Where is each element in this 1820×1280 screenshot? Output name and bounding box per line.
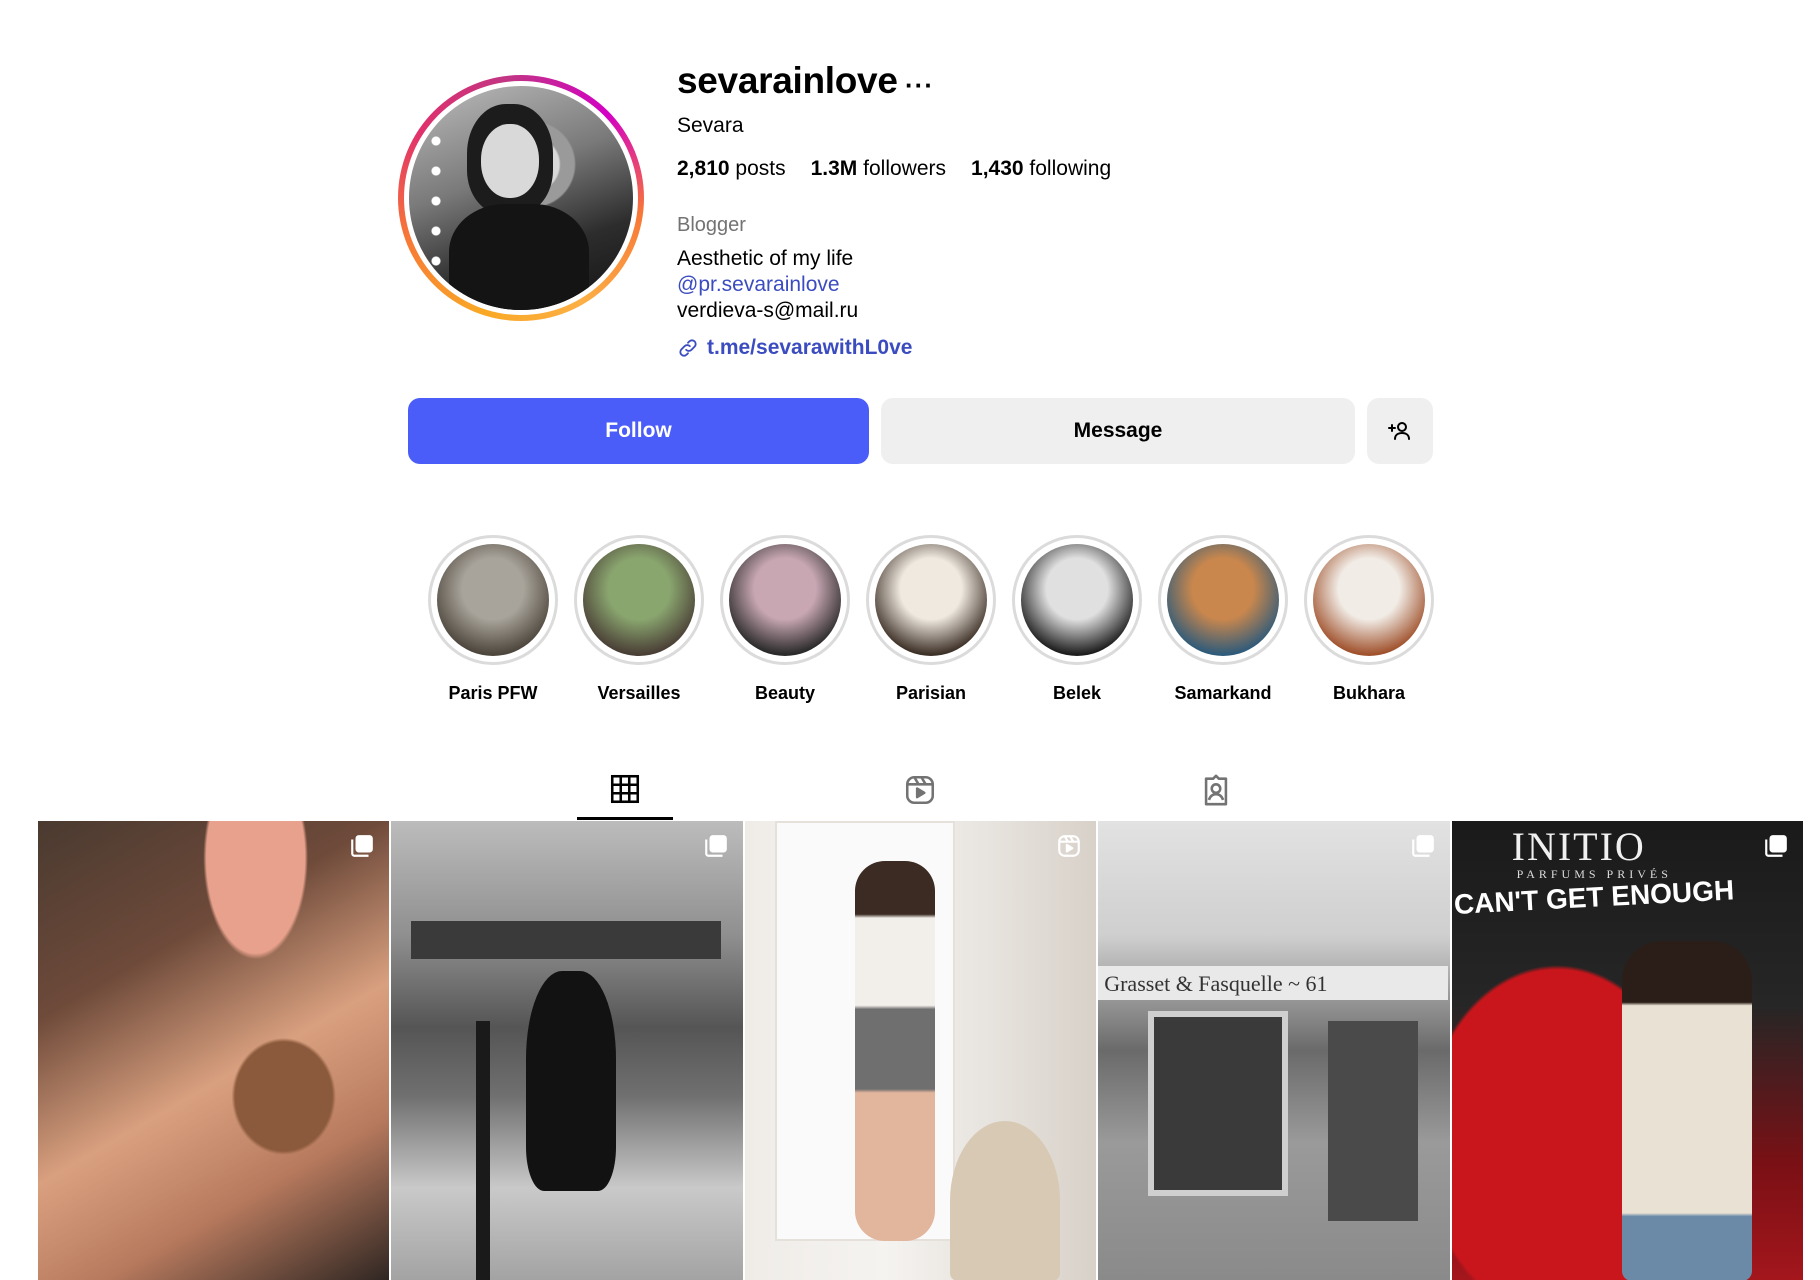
more-options-icon[interactable]: ··· [905,70,934,101]
stat-posts-label: posts [735,157,786,180]
post-shop-sign-text: Grasset & Fasquelle ~ 61 [1104,971,1328,996]
bio-mention-link[interactable]: @pr.sevarainlove [677,272,858,298]
stat-followers-label: followers [863,157,947,180]
profile-avatar[interactable] [398,75,644,321]
highlight-label: Paris PFW [448,683,538,703]
story-highlights: Paris PFW Versailles Beauty Parisian Bel… [428,535,1434,704]
posts-grid: Grasset & Fasquelle ~ 61 INITIO PARFUMS … [38,821,1804,1280]
highlight-bukhara[interactable]: Bukhara [1304,535,1434,704]
highlight-samarkand[interactable]: Samarkand [1158,535,1288,704]
post-tile[interactable]: Grasset & Fasquelle ~ 61 [1098,821,1450,1280]
highlight-parisian[interactable]: Parisian [866,535,996,704]
highlight-cover [1021,544,1133,656]
highlight-label: Beauty [754,683,816,703]
external-link[interactable]: t.me/sevarawithL0ve [677,336,912,360]
post-brand-text: INITIO [1511,824,1646,869]
stat-posts[interactable]: 2,810 posts [677,157,786,181]
person-add-icon [1388,422,1410,440]
highlight-label: Versailles [597,683,681,703]
profile-tabs [0,760,1820,820]
profile-stats: 2,810 posts 1.3M followers 1,430 followi… [677,157,1111,181]
post-tile[interactable] [38,821,390,1280]
stat-following-value: 1,430 [971,157,1024,180]
tab-tagged[interactable] [1168,760,1264,820]
highlight-ring [1012,535,1142,665]
highlight-ring [720,535,850,665]
avatar-face [481,124,539,198]
link-icon [679,339,697,357]
highlight-ring [1158,535,1288,665]
post-figure [1621,941,1752,1280]
highlight-cover [437,544,549,656]
highlight-cover [729,544,841,656]
suggested-users-button[interactable] [1367,398,1433,464]
external-link-text: t.me/sevarawithL0ve [707,336,913,359]
highlight-cover [1313,544,1425,656]
stat-following[interactable]: 1,430 following [971,157,1111,181]
highlight-belek[interactable]: Belek [1012,535,1142,704]
tagged-icon [1204,774,1228,806]
stat-posts-value: 2,810 [677,157,730,180]
highlight-cover [875,544,987,656]
post-figure [526,971,617,1191]
reel-icon [1058,835,1081,857]
multiple-posts-icon [1411,835,1434,857]
grid-icon [610,774,640,803]
post-tile[interactable]: INITIO PARFUMS PRIVÉS CAN'T GET ENOUGH [1451,821,1804,1280]
highlight-versailles[interactable]: Versailles [574,535,704,704]
multiple-posts-icon [704,835,727,857]
profile-full-name: Sevara [677,114,744,137]
avatar-body [449,204,589,310]
bio-line: Aesthetic of my life [677,247,854,270]
highlight-label: Parisian [895,683,967,703]
highlight-ring [428,535,558,665]
profile-username: sevarainlove [677,60,898,101]
multiple-posts-icon [1765,835,1787,857]
avatar-border [404,81,638,315]
profile-bio: Aesthetic of my life @pr.sevarainlove ve… [677,246,858,324]
avatar-photo [409,86,633,310]
avatar-bulbs [431,126,441,276]
post-shop-door [1328,1021,1419,1221]
post-bollard [476,1021,491,1280]
highlight-beauty[interactable]: Beauty [720,535,850,704]
post-shop-window [1148,1011,1289,1196]
highlight-label: Belek [1052,683,1102,703]
stat-following-label: following [1029,157,1112,180]
stat-followers[interactable]: 1.3M followers [811,157,946,181]
reels-icon [905,775,935,805]
tab-posts[interactable] [577,760,673,820]
highlight-ring [1304,535,1434,665]
follow-button[interactable]: Follow [408,398,869,464]
bio-email: verdieva-s@mail.ru [677,299,859,322]
stat-followers-value: 1.3M [810,157,858,180]
post-figure [854,861,935,1241]
tab-reels[interactable] [872,760,968,820]
highlight-cover [1167,544,1279,656]
post-table [949,1121,1060,1280]
post-tile[interactable] [744,821,1097,1280]
highlight-ring [574,535,704,665]
post-awning [411,921,722,959]
highlight-cover [583,544,695,656]
highlight-label: Bukhara [1332,683,1406,703]
highlight-label: Samarkand [1174,683,1272,703]
highlight-paris-pfw[interactable]: Paris PFW [428,535,558,704]
highlight-ring [866,535,996,665]
profile-category: Blogger [677,214,746,236]
message-button[interactable]: Message [881,398,1355,464]
multiple-posts-icon [351,835,374,857]
post-tile[interactable] [391,821,743,1280]
post-slogan-text: CAN'T GET ENOUGH [1452,874,1735,920]
